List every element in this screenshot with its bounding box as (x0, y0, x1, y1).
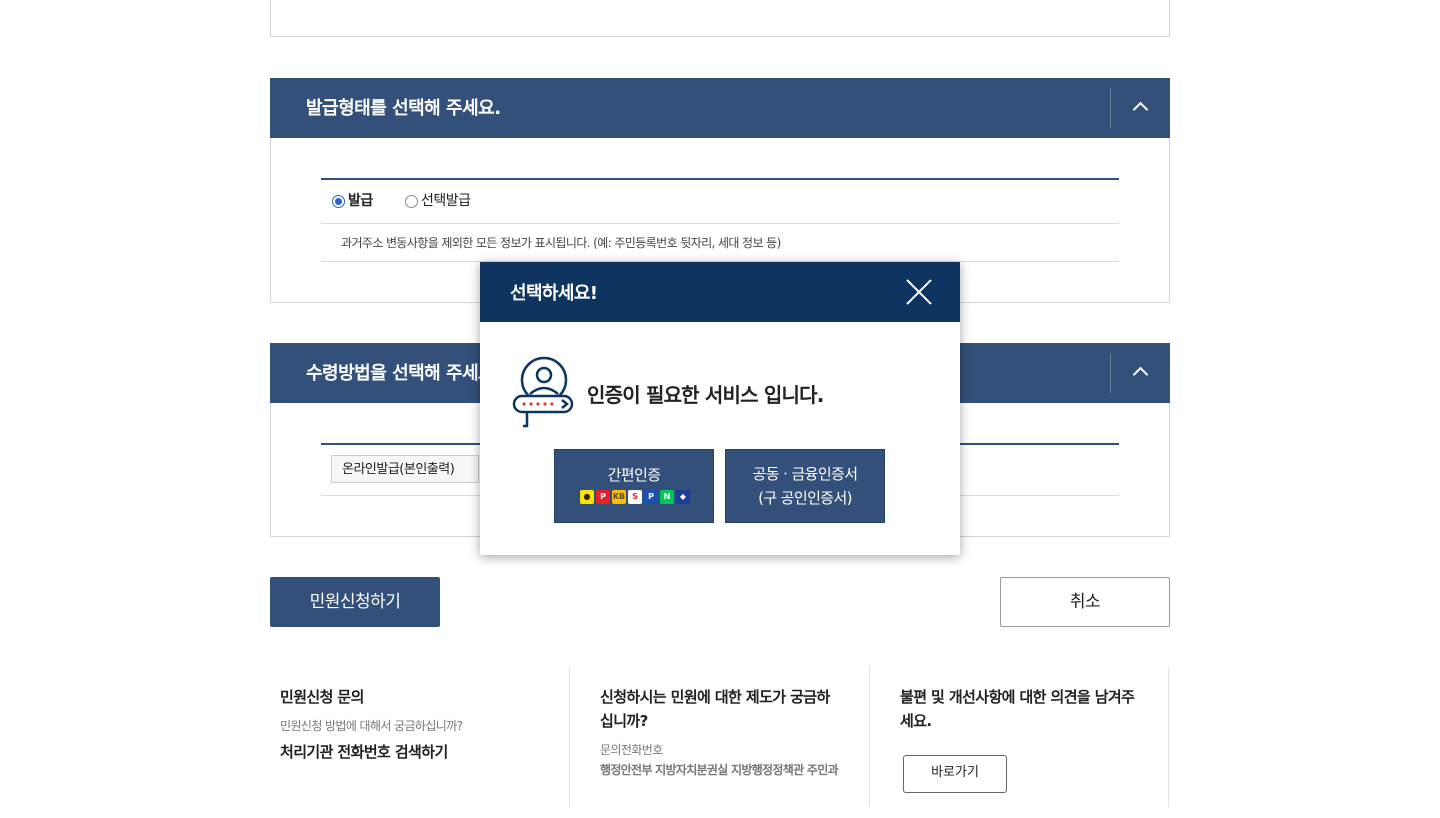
phone-search-link[interactable]: 처리기관 전화번호 검색하기 (280, 741, 448, 762)
radio-issue[interactable] (332, 195, 345, 208)
issue-type-title: 발급형태를 선택해 주세요. (306, 98, 501, 119)
issue-notice-text: 과거주소 변동사항을 제외한 모든 정보가 표시됩니다. (예: 주민등록번호 … (341, 236, 781, 250)
modal-message: 인증이 필요한 서비스 입니다. (587, 383, 824, 407)
goto-button[interactable]: 바로가기 (903, 755, 1007, 793)
naver-icon: N (660, 490, 674, 504)
info-system-dept: 행정안전부 지방자치분권실 지방행정정책관 주민과 (600, 763, 839, 777)
radio-issue-label[interactable]: 발급 (348, 190, 373, 210)
close-icon[interactable] (900, 274, 936, 310)
form-top-border (321, 178, 1119, 180)
kakao-icon: ● (580, 490, 594, 504)
modal-header: 선택하세요! (480, 262, 960, 322)
cancel-button[interactable]: 취소 (1000, 577, 1170, 627)
info-system: 신청하시는 민원에 대한 제도가 궁금하십니까? 문의전화번호 행정안전부 지방… (570, 667, 870, 807)
receive-method-title: 수령방법을 선택해 주세요. (306, 363, 501, 384)
info-inquiry: 민원신청 문의 민원신청 방법에 대해서 궁금하십니까? 처리기관 전화번호 검… (270, 667, 570, 807)
radio-select-issue-label[interactable]: 선택발급 (421, 190, 471, 210)
receive-method-collapse-button[interactable] (1110, 343, 1170, 403)
info-inquiry-title: 민원신청 문의 (280, 688, 364, 706)
shinhan-icon: ◆ (676, 490, 690, 504)
pass-icon: P (644, 490, 658, 504)
receive-method-option[interactable]: 온라인발급(본인출력) (331, 455, 479, 483)
modal-title: 선택하세요! (510, 283, 598, 304)
chevron-up-icon (1132, 101, 1149, 118)
certificate-label-line2: (구 공인인증서) (758, 489, 852, 507)
info-system-title: 신청하시는 민원에 대한 제도가 궁금하십니까? (600, 688, 830, 730)
issue-type-header: 발급형태를 선택해 주세요. (270, 78, 1170, 138)
payco-icon: P (596, 490, 610, 504)
issue-type-collapse-button[interactable] (1110, 78, 1170, 138)
info-inquiry-sub: 민원신청 방법에 대해서 궁금하십니까? (280, 719, 463, 733)
certificate-auth-button[interactable]: 공동 · 금융인증서 (구 공인인증서) (725, 449, 885, 523)
form-divider (321, 223, 1119, 224)
simple-auth-button[interactable]: 간편인증 ● P KB S P N ◆ (554, 449, 714, 523)
info-separator (1168, 667, 1169, 807)
simple-auth-label: 간편인증 (607, 466, 661, 484)
info-feedback: 불편 및 개선사항에 대한 의견을 남겨주세요. 바로가기 (870, 667, 1169, 807)
radio-select-issue[interactable] (405, 195, 418, 208)
info-feedback-title: 불편 및 개선사항에 대한 의견을 남겨주세요. (900, 688, 1135, 730)
user-certificate-icon (512, 356, 574, 428)
chevron-up-icon (1132, 366, 1149, 383)
info-system-sub: 문의전화번호 (600, 743, 663, 757)
kb-icon: KB (612, 490, 626, 504)
previous-section-panel (270, 0, 1170, 37)
apply-button[interactable]: 민원신청하기 (270, 577, 440, 627)
samsung-pass-icon: S (628, 490, 642, 504)
auth-modal: 선택하세요! 인증이 필요한 서비스 입니다. 간편인증 ● P KB S P … (480, 262, 960, 555)
certificate-label-line1: 공동 · 금융인증서 (752, 465, 859, 483)
